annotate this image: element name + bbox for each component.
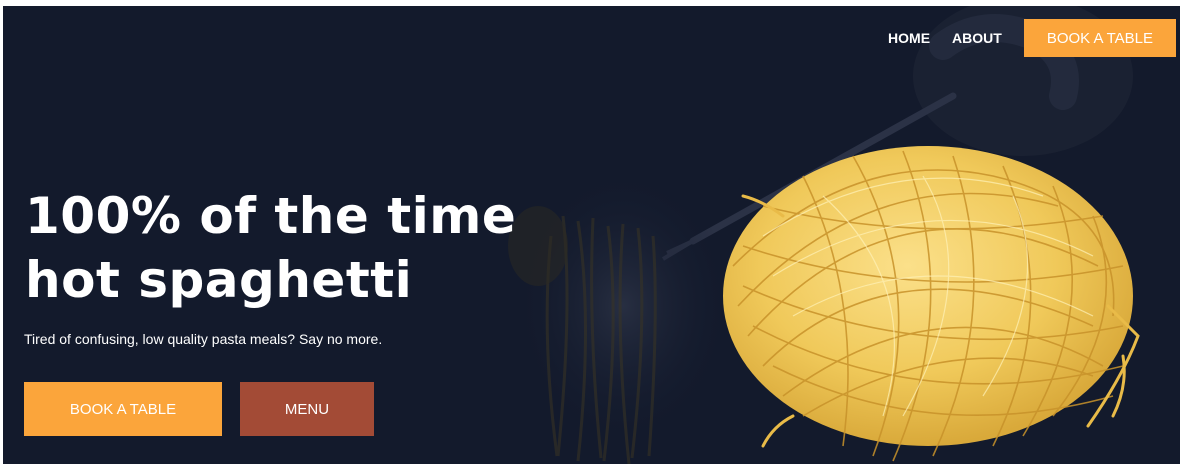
nav-link-home[interactable]: HOME xyxy=(888,30,930,46)
hero-subtitle: Tired of confusing, low quality pasta me… xyxy=(24,331,383,347)
hero-headline: 100% of the time hot spaghetti xyxy=(25,184,516,312)
nav-book-table-button[interactable]: BOOK A TABLE xyxy=(1023,19,1176,57)
hero-section: HOME ABOUT BOOK A TABLE 100% of the time… xyxy=(3,6,1180,464)
hero-headline-line-1: 100% of the time xyxy=(25,187,517,245)
top-navigation: HOME ABOUT BOOK A TABLE xyxy=(888,19,1176,57)
spaghetti-ball xyxy=(723,146,1140,462)
book-table-button[interactable]: BOOK A TABLE xyxy=(24,382,222,436)
menu-button[interactable]: MENU xyxy=(240,382,374,436)
nav-link-about[interactable]: ABOUT xyxy=(952,30,1002,46)
hero-headline-line-2: hot spaghetti xyxy=(25,251,413,309)
